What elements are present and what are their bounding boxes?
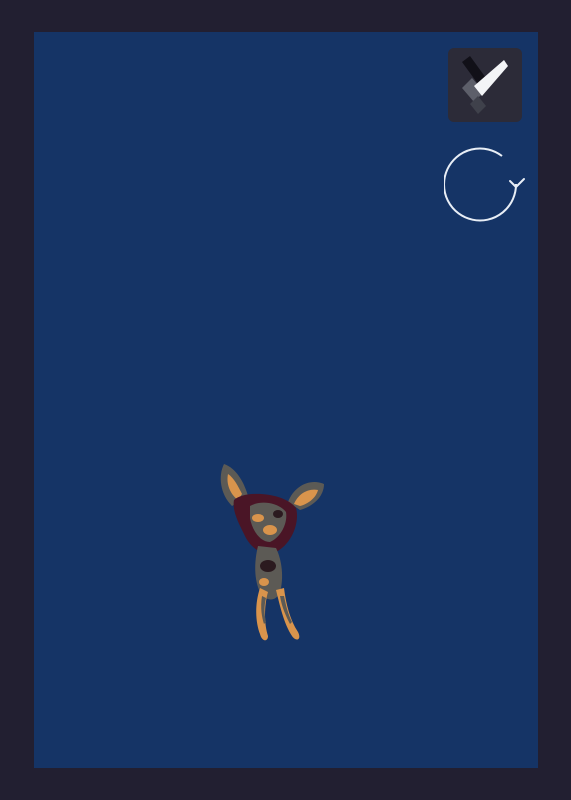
rotate-clockwise-icon — [444, 147, 525, 222]
editor-canvas[interactable] — [34, 32, 538, 768]
cutout-figure[interactable] — [214, 456, 334, 646]
rotate-button[interactable] — [444, 144, 530, 230]
cut-tool-button[interactable] — [448, 48, 522, 122]
figure-image — [220, 464, 324, 641]
app-frame — [0, 0, 571, 800]
knife-icon — [462, 56, 508, 114]
